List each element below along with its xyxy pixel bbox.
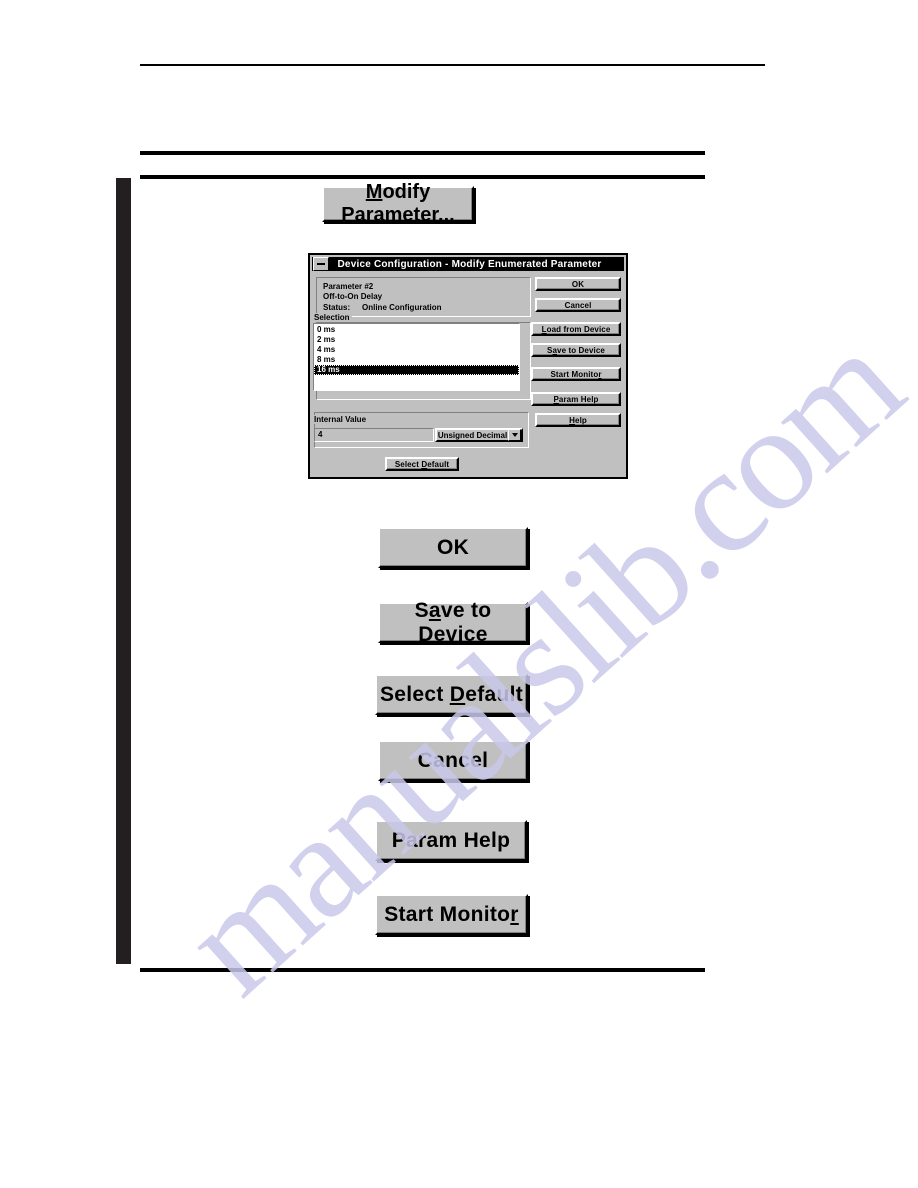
internal-value-format-label: Unsigned Decimal [437,430,508,440]
parameter-info-panel: Parameter #2 Off-to-On Delay Status: Onl… [316,277,531,317]
callout-select-default-label-rest: efault [465,682,524,706]
dialog-start-monitor-label-main: Start Monito [550,369,599,379]
parameter-number: Parameter #2 [323,282,374,291]
list-item[interactable]: 0 ms [314,325,519,335]
accel-char: r [598,369,602,379]
callout-param-help-label: Param Help [391,828,511,852]
dialog-select-default-label-rest: efault [427,459,450,469]
dialog-help-button[interactable]: Help [535,413,621,427]
dialog-save-to-device-button[interactable]: Save to Device [531,343,621,357]
internal-value-legend: Internal Value [312,415,369,424]
list-item[interactable]: 8 ms [314,355,519,365]
callout-start-monitor-button[interactable]: Start Monitor [375,894,528,935]
selection-legend: Selection [312,313,352,322]
dialog-help-label-rest: elp [575,415,587,425]
modify-parameter-label-rest: odify Parameter... [341,181,455,226]
status-value: Online Configuration [362,303,442,312]
callout-param-help-button[interactable]: Param Help [375,820,527,861]
callout-ok-button[interactable]: OK [378,527,528,568]
callout-ok-label: OK [436,535,470,559]
callout-start-monitor-label-main: Start Monito [384,902,511,926]
chevron-down-icon[interactable] [508,429,521,441]
dialog-start-monitor-button[interactable]: Start Monitor [531,367,621,381]
dialog-load-from-device-button[interactable]: Load from Device [531,322,621,336]
minimize-icon[interactable] [313,257,329,271]
dialog-ok-label: OK [571,279,585,289]
accel-char: r [510,902,519,926]
selection-listbox[interactable]: 0 ms 2 ms 4 ms 8 ms 16 ms [313,323,520,391]
dialog-ok-button[interactable]: OK [535,277,621,291]
accel-char: a [428,598,441,622]
dialog-title: Device Configuration - Modify Enumerated… [337,258,602,270]
page-rule-header [140,175,705,179]
dialog-save-to-device-label-rest: ve to Device [557,345,605,355]
callout-cancel-button[interactable]: Cancel [378,740,528,781]
page-rule-middle [140,151,705,155]
modify-parameter-button[interactable]: Modify Parameter... [322,181,474,226]
callout-cancel-label: Cancel [417,748,489,772]
internal-value-input[interactable]: 4 [314,428,434,442]
list-item[interactable]: 4 ms [314,345,519,355]
page-rule-top [140,64,765,66]
parameter-name: Off-to-On Delay [323,292,383,301]
accel-char: M [365,181,383,203]
callout-select-default-button[interactable]: Select Default [375,674,528,715]
list-item-selected[interactable]: 16 ms [314,365,519,375]
accel-char: D [449,682,466,706]
status-label: Status: [323,303,351,312]
dialog-param-help-button[interactable]: Param Help [531,392,621,406]
dialog-cancel-button[interactable]: Cancel [535,298,621,312]
dialog-titlebar[interactable]: Device Configuration - Modify Enumerated… [312,257,624,271]
dialog-cancel-label: Cancel [564,300,592,310]
change-bar [116,178,131,964]
page-rule-bottom [140,968,705,972]
list-item[interactable]: 2 ms [314,335,519,345]
dialog-load-from-device-label-rest: oad from Device [546,324,611,334]
internal-value-format-select[interactable]: Unsigned Decimal [435,428,523,442]
callout-save-to-device-button[interactable]: Save to Device [378,598,528,646]
dialog-select-default-button[interactable]: Select Default [385,457,459,471]
dialog-param-help-label-rest: aram Help [558,394,599,404]
